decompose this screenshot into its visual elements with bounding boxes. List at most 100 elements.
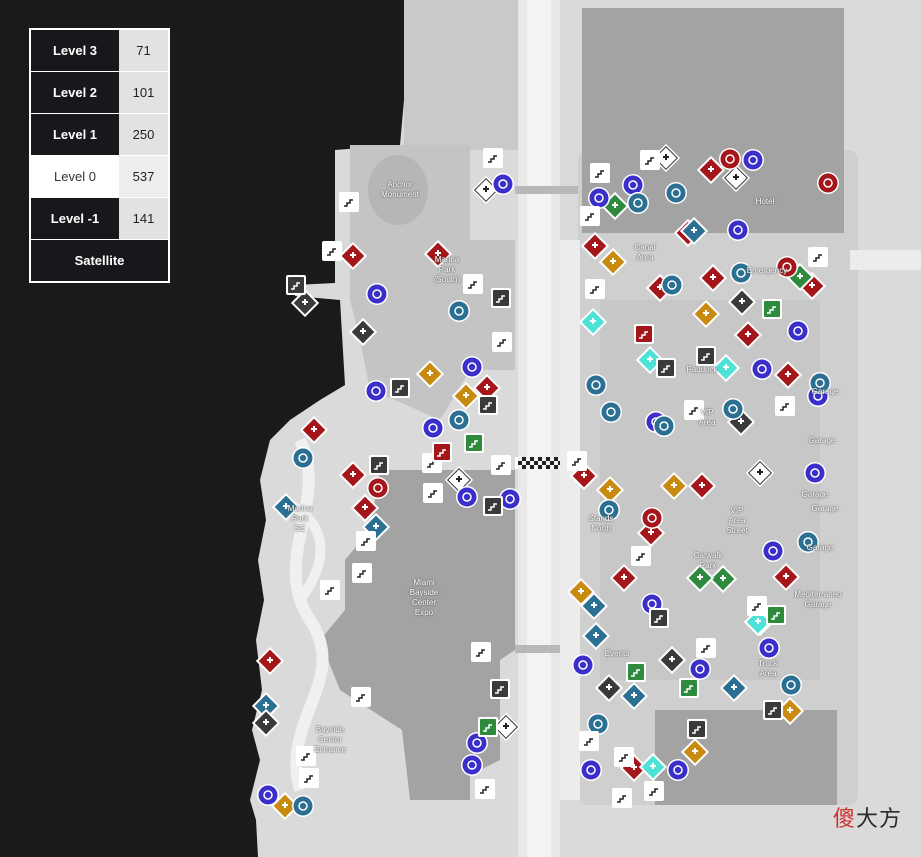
escalator-icon[interactable] [492, 332, 512, 352]
label-bayside-entrance: Bayside Center Entrance [313, 725, 347, 754]
atm-icon[interactable] [600, 401, 622, 423]
level-row[interactable]: Level 3 71 [31, 30, 168, 72]
exit-icon[interactable] [614, 747, 634, 767]
fire-extinguisher-icon[interactable] [634, 324, 654, 344]
level-row[interactable]: Level -1 141 [31, 198, 168, 240]
level-name: Level -1 [31, 198, 119, 239]
pin-icon[interactable] [689, 658, 711, 680]
atm-icon[interactable] [292, 795, 314, 817]
atm-icon[interactable] [653, 415, 675, 437]
escalator-icon[interactable] [483, 148, 503, 168]
pin-icon[interactable] [422, 417, 444, 439]
pin-icon[interactable] [572, 654, 594, 676]
level-name: Level 0 [31, 156, 119, 197]
pin-icon[interactable] [588, 187, 610, 209]
promenade [404, 0, 520, 150]
stairs-icon[interactable] [352, 563, 372, 583]
level-row[interactable]: Level 1 250 [31, 114, 168, 156]
stairs-icon[interactable] [471, 642, 491, 662]
restroom-icon[interactable] [719, 148, 741, 170]
pin-icon[interactable] [787, 320, 809, 342]
elevator-icon[interactable] [649, 608, 669, 628]
stairs-icon[interactable] [644, 781, 664, 801]
restroom-icon[interactable] [641, 507, 663, 529]
elevator-icon[interactable] [369, 455, 389, 475]
atm-icon[interactable] [722, 398, 744, 420]
elevator-icon[interactable] [656, 358, 676, 378]
atm-icon[interactable] [448, 300, 470, 322]
atm-icon[interactable] [585, 374, 607, 396]
label-events: Events [604, 649, 630, 658]
exit-icon[interactable] [299, 768, 319, 788]
stairs-icon[interactable] [423, 483, 443, 503]
camera-icon[interactable] [766, 605, 786, 625]
exit-icon[interactable] [808, 247, 828, 267]
stairs-icon[interactable] [320, 580, 340, 600]
label-garage-3: Garage [806, 543, 834, 552]
atm-icon[interactable] [292, 447, 314, 469]
pin-icon[interactable] [456, 486, 478, 508]
pin-icon[interactable] [762, 540, 784, 562]
exit-icon[interactable] [339, 192, 359, 212]
elevator-icon[interactable] [696, 346, 716, 366]
level-poi-count: 71 [119, 30, 168, 71]
level-row[interactable]: Level 2 101 [31, 72, 168, 114]
elevator-icon[interactable] [483, 496, 503, 516]
level-row[interactable]: Level 0 537 [31, 156, 168, 198]
exit-icon[interactable] [640, 150, 660, 170]
user-icon[interactable] [590, 163, 610, 183]
camera-icon[interactable] [478, 717, 498, 737]
pin-icon[interactable] [580, 759, 602, 781]
restroom-icon[interactable] [367, 477, 389, 499]
pin-icon[interactable] [461, 754, 483, 776]
satellite-toggle[interactable]: Satellite [31, 240, 168, 281]
atm-icon[interactable] [448, 409, 470, 431]
pin-icon[interactable] [667, 759, 689, 781]
pin-icon[interactable] [366, 283, 388, 305]
camera-icon[interactable] [464, 433, 484, 453]
pin-icon[interactable] [727, 219, 749, 241]
pin-icon[interactable] [758, 637, 780, 659]
label-emergency: Emergency [746, 266, 788, 275]
exit-icon[interactable] [322, 241, 342, 261]
elevator-icon[interactable] [490, 679, 510, 699]
stairs-icon[interactable] [567, 451, 587, 471]
stairs-icon[interactable] [579, 731, 599, 751]
atm-icon[interactable] [627, 192, 649, 214]
elevator-icon[interactable] [286, 275, 306, 295]
exit-icon[interactable] [612, 788, 632, 808]
elevator-icon[interactable] [478, 395, 498, 415]
atm-icon[interactable] [665, 182, 687, 204]
elevator-icon[interactable] [390, 378, 410, 398]
fire-extinguisher-icon[interactable] [432, 442, 452, 462]
pin-icon[interactable] [751, 358, 773, 380]
pin-icon[interactable] [257, 784, 279, 806]
elevator-icon[interactable] [687, 719, 707, 739]
stairs-icon[interactable] [351, 687, 371, 707]
stairs-icon[interactable] [356, 531, 376, 551]
stairs-icon[interactable] [585, 279, 605, 299]
stairs-icon[interactable] [696, 638, 716, 658]
stairs-icon[interactable] [475, 779, 495, 799]
level-poi-count: 101 [119, 72, 168, 113]
pin-icon[interactable] [804, 462, 826, 484]
camera-icon[interactable] [679, 678, 699, 698]
south-building [655, 710, 837, 805]
escalator-icon[interactable] [491, 455, 511, 475]
restroom-icon[interactable] [817, 172, 839, 194]
atm-icon[interactable] [661, 274, 683, 296]
elevator-icon[interactable] [763, 700, 783, 720]
label-vip-area: VIP Area [698, 408, 716, 427]
pin-icon[interactable] [365, 380, 387, 402]
label-paddock: Paddock [686, 365, 718, 374]
user-icon[interactable] [631, 546, 651, 566]
camera-icon[interactable] [626, 662, 646, 682]
camera-icon[interactable] [762, 299, 782, 319]
pin-icon[interactable] [492, 173, 514, 195]
stairs-icon[interactable] [775, 396, 795, 416]
pin-icon[interactable] [742, 149, 764, 171]
elevator-icon[interactable] [491, 288, 511, 308]
stairs-icon[interactable] [747, 596, 767, 616]
stairs-icon[interactable] [580, 206, 600, 226]
pin-icon[interactable] [461, 356, 483, 378]
